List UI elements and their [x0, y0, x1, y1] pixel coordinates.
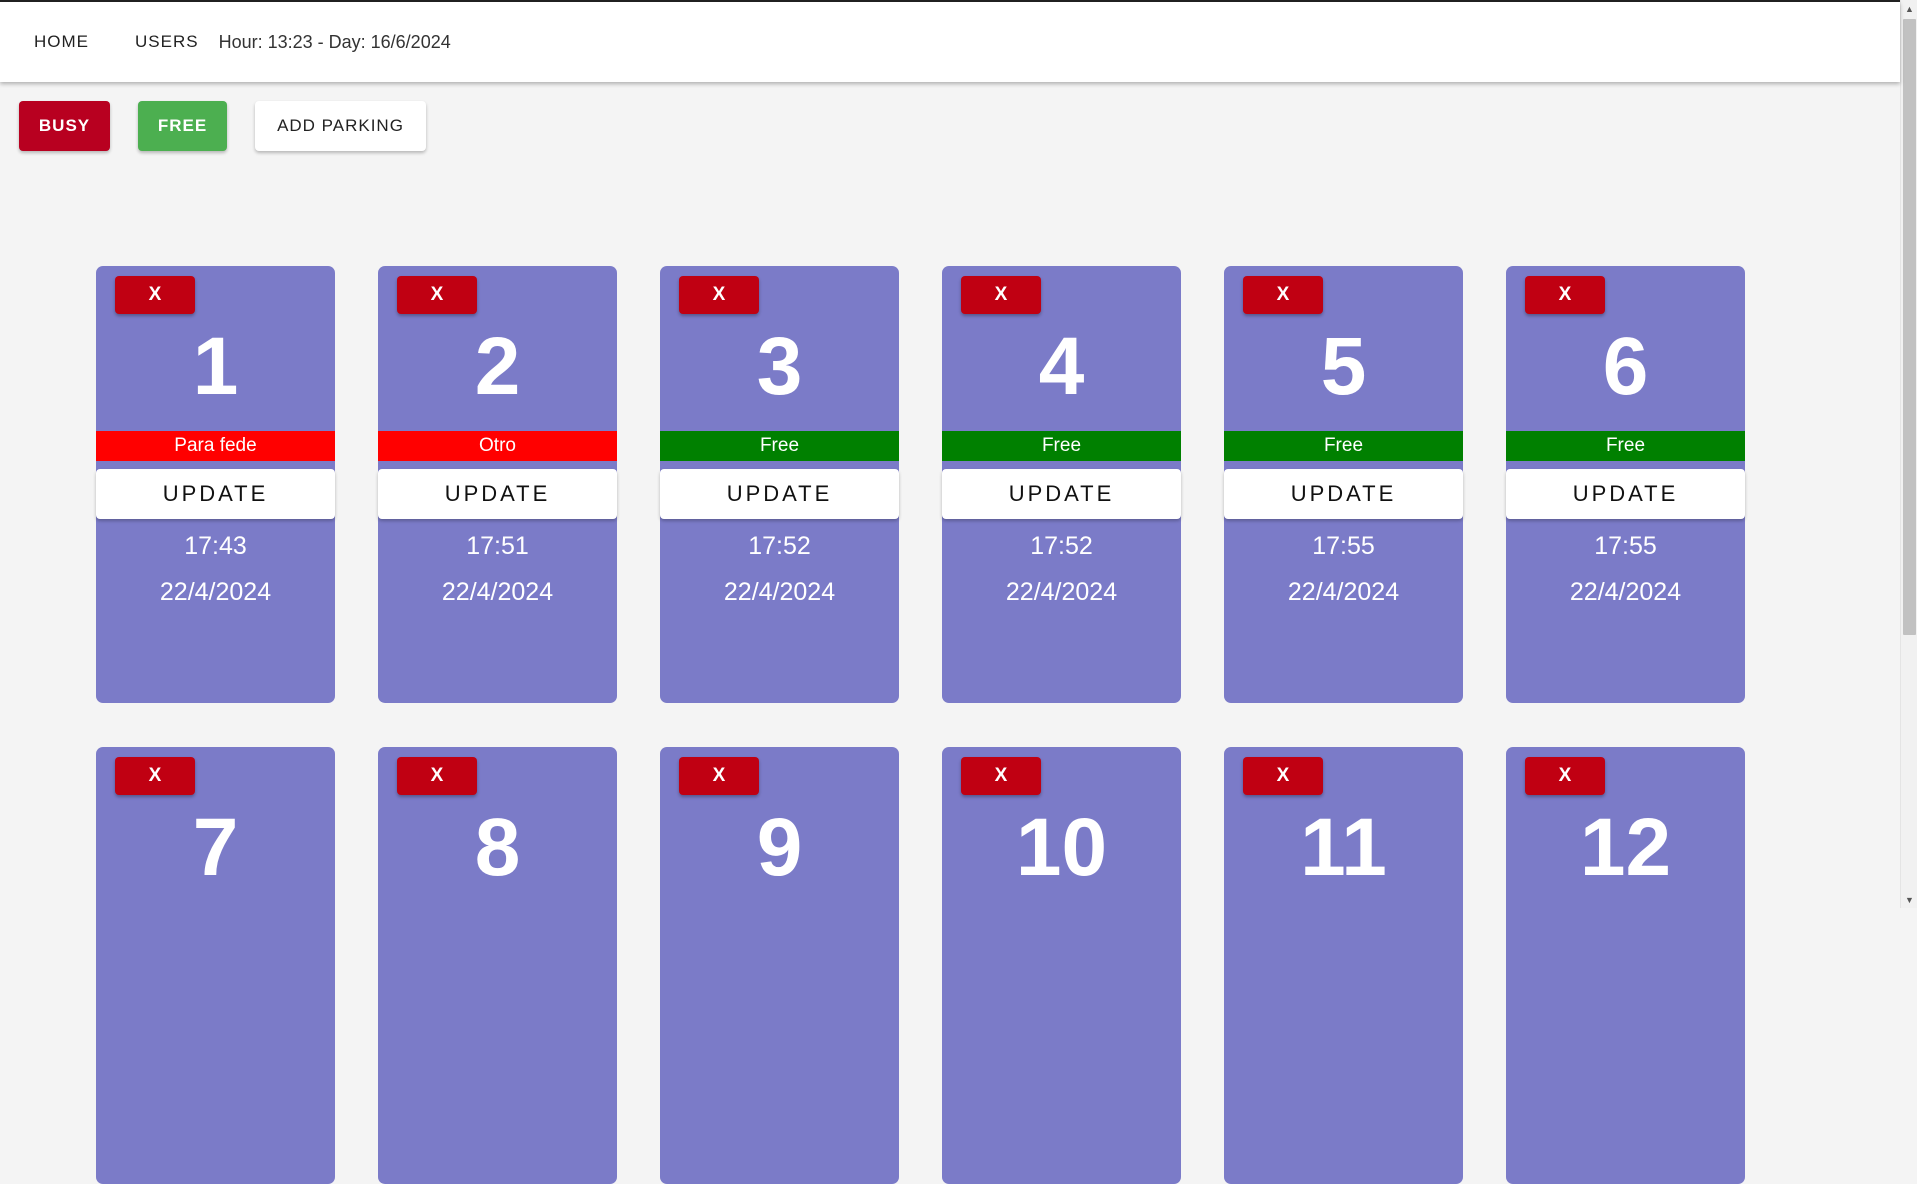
update-button[interactable]: UPDATE — [660, 469, 899, 519]
parking-card: X 3 Free UPDATE 17:52 22/4/2024 — [660, 266, 899, 703]
parking-card: X 7 — [96, 747, 335, 1184]
parking-date: 22/4/2024 — [159, 578, 272, 606]
delete-parking-button[interactable]: X — [961, 757, 1041, 795]
parking-card: X 6 Free UPDATE 17:55 22/4/2024 — [1506, 266, 1745, 703]
parking-time: 17:43 — [184, 532, 247, 560]
parking-date: 22/4/2024 — [723, 578, 836, 606]
parking-number: 9 — [756, 802, 803, 893]
parking-time: 17:52 — [748, 532, 811, 560]
parking-time: 17:55 — [1312, 532, 1375, 560]
parking-number: 6 — [1602, 321, 1649, 412]
update-button[interactable]: UPDATE — [96, 469, 335, 519]
vertical-scrollbar[interactable]: ▲ ▼ — [1900, 0, 1917, 908]
delete-parking-button[interactable]: X — [115, 276, 195, 314]
parking-card: X 11 — [1224, 747, 1463, 1184]
parking-card: X 8 — [378, 747, 617, 1184]
parking-number: 8 — [474, 802, 521, 893]
delete-parking-button[interactable]: X — [961, 276, 1041, 314]
parking-date: 22/4/2024 — [1287, 578, 1400, 606]
status-badge: Free — [660, 431, 899, 461]
parking-card: X 12 — [1506, 747, 1745, 1184]
parking-number: 5 — [1320, 321, 1367, 412]
scroll-down-arrow-icon[interactable]: ▼ — [1901, 891, 1917, 908]
update-button[interactable]: UPDATE — [378, 469, 617, 519]
add-parking-button[interactable]: ADD PARKING — [255, 101, 426, 151]
parking-card: X 2 Otro UPDATE 17:51 22/4/2024 — [378, 266, 617, 703]
app-bar: HOME USERS Hour: 13:23 - Day: 16/6/2024 — [0, 2, 1900, 82]
parking-number: 1 — [192, 321, 239, 412]
parking-card: X 5 Free UPDATE 17:55 22/4/2024 — [1224, 266, 1463, 703]
delete-parking-button[interactable]: X — [397, 757, 477, 795]
delete-parking-button[interactable]: X — [1243, 276, 1323, 314]
parking-date: 22/4/2024 — [1005, 578, 1118, 606]
busy-filter-button[interactable]: BUSY — [19, 101, 110, 151]
status-badge: Free — [1224, 431, 1463, 461]
status-badge: Otro — [378, 431, 617, 461]
free-filter-button[interactable]: FREE — [138, 101, 227, 151]
parking-card: X 9 — [660, 747, 899, 1184]
parking-card: X 10 — [942, 747, 1181, 1184]
status-badge: Free — [942, 431, 1181, 461]
clock-text: Hour: 13:23 - Day: 16/6/2024 — [218, 31, 451, 52]
parking-card: X 4 Free UPDATE 17:52 22/4/2024 — [942, 266, 1181, 703]
status-badge: Free — [1506, 431, 1745, 461]
parking-number: 7 — [192, 802, 239, 893]
update-button[interactable]: UPDATE — [1224, 469, 1463, 519]
delete-parking-button[interactable]: X — [679, 757, 759, 795]
parking-date: 22/4/2024 — [441, 578, 554, 606]
delete-parking-button[interactable]: X — [679, 276, 759, 314]
parking-number: 12 — [1579, 802, 1672, 893]
parking-grid: X 1 Para fede UPDATE 17:43 22/4/2024 X 2… — [96, 266, 1856, 1184]
update-button[interactable]: UPDATE — [942, 469, 1181, 519]
nav-users-button[interactable]: USERS — [123, 26, 211, 58]
parking-number: 11 — [1300, 802, 1387, 893]
status-badge: Para fede — [96, 431, 335, 461]
scrollbar-thumb[interactable] — [1903, 19, 1916, 635]
parking-number: 2 — [474, 321, 521, 412]
parking-number: 3 — [756, 321, 803, 412]
parking-number: 10 — [1015, 802, 1108, 893]
delete-parking-button[interactable]: X — [397, 276, 477, 314]
parking-time: 17:55 — [1594, 532, 1657, 560]
delete-parking-button[interactable]: X — [115, 757, 195, 795]
parking-date: 22/4/2024 — [1569, 578, 1682, 606]
delete-parking-button[interactable]: X — [1525, 276, 1605, 314]
parking-card: X 1 Para fede UPDATE 17:43 22/4/2024 — [96, 266, 335, 703]
parking-time: 17:52 — [1030, 532, 1093, 560]
filter-toolbar: BUSY FREE ADD PARKING — [19, 101, 426, 151]
update-button[interactable]: UPDATE — [1506, 469, 1745, 519]
delete-parking-button[interactable]: X — [1525, 757, 1605, 795]
nav-home-button[interactable]: HOME — [22, 26, 101, 58]
scroll-up-arrow-icon[interactable]: ▲ — [1901, 0, 1917, 17]
parking-time: 17:51 — [466, 532, 529, 560]
parking-number: 4 — [1038, 321, 1085, 412]
delete-parking-button[interactable]: X — [1243, 757, 1323, 795]
